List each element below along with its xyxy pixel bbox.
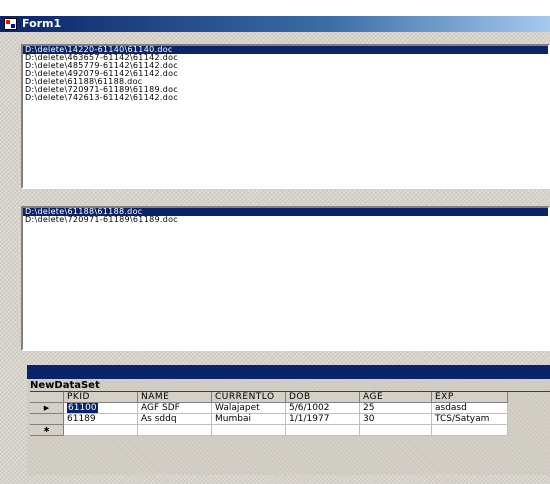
datagrid-header-row: PKID NAME CURRENTLO DOB AGE EXP (30, 392, 508, 403)
column-header-exp[interactable]: EXP (432, 392, 508, 403)
column-header-pkid[interactable]: PKID (64, 392, 138, 403)
list-item[interactable]: D:\delete\720971-61189\61189.doc (23, 216, 548, 224)
table-cell[interactable]: As sddq (138, 414, 212, 425)
column-header-dob[interactable]: DOB (286, 392, 360, 403)
table-cell[interactable]: 61189 (64, 414, 138, 425)
table-cell[interactable] (64, 425, 138, 436)
table-cell[interactable]: 1/1/1977 (286, 414, 360, 425)
current-row-arrow-icon: ▶ (43, 404, 50, 412)
row-header[interactable]: ▶ (30, 403, 64, 414)
cell-text[interactable]: 61100 (67, 403, 98, 413)
file-listbox-bottom[interactable]: D:\delete\61188\61188.doc D:\delete\7209… (21, 206, 550, 351)
app-icon[interactable] (4, 18, 17, 30)
new-row-star-icon: ✱ (43, 426, 50, 434)
column-header-name[interactable]: NAME (138, 392, 212, 403)
table-row[interactable]: 61189 As sddq Mumbai 1/1/1977 30 TCS/Sat… (30, 414, 508, 425)
column-header-age[interactable]: AGE (360, 392, 432, 403)
table-cell[interactable] (286, 425, 360, 436)
table-cell[interactable]: 5/6/1002 (286, 403, 360, 414)
table-row[interactable]: ▶ 61100 AGF SDF Walajapet 5/6/1002 25 as… (30, 403, 508, 414)
table-cell[interactable]: asdasd (432, 403, 508, 414)
table-cell[interactable] (360, 425, 432, 436)
table-cell[interactable]: 25 (360, 403, 432, 414)
table-cell[interactable]: Walajapet (212, 403, 286, 414)
column-header-currentlo[interactable]: CURRENTLO (212, 392, 286, 403)
new-row[interactable]: ✱ (30, 425, 508, 436)
row-header[interactable]: ✱ (30, 425, 64, 436)
table-cell[interactable] (212, 425, 286, 436)
window-title: Form1 (22, 17, 62, 30)
datagrid-title-bar (27, 365, 550, 379)
datagrid-caption: NewDataSet (30, 380, 100, 391)
form1-window: Form1 D:\delete\14220-61140\61140.doc D:… (0, 0, 550, 484)
table-cell[interactable] (138, 425, 212, 436)
table-cell[interactable]: 30 (360, 414, 432, 425)
datagrid: NewDataSet PKID NAME CURRENTLO DOB AGE E… (27, 365, 550, 475)
table-cell[interactable] (432, 425, 508, 436)
table-cell[interactable]: 61100 (64, 403, 138, 414)
file-listbox-top[interactable]: D:\delete\14220-61140\61140.doc D:\delet… (21, 44, 550, 189)
table-cell[interactable]: Mumbai (212, 414, 286, 425)
datagrid-table: PKID NAME CURRENTLO DOB AGE EXP ▶ 61100 … (30, 392, 508, 436)
title-bar[interactable]: Form1 (0, 16, 550, 32)
table-cell[interactable]: TCS/Satyam (432, 414, 508, 425)
list-item[interactable]: D:\delete\742613-61142\61142.doc (23, 94, 548, 102)
row-header-corner (30, 392, 64, 403)
table-cell[interactable]: AGF SDF (138, 403, 212, 414)
row-header[interactable] (30, 414, 64, 425)
